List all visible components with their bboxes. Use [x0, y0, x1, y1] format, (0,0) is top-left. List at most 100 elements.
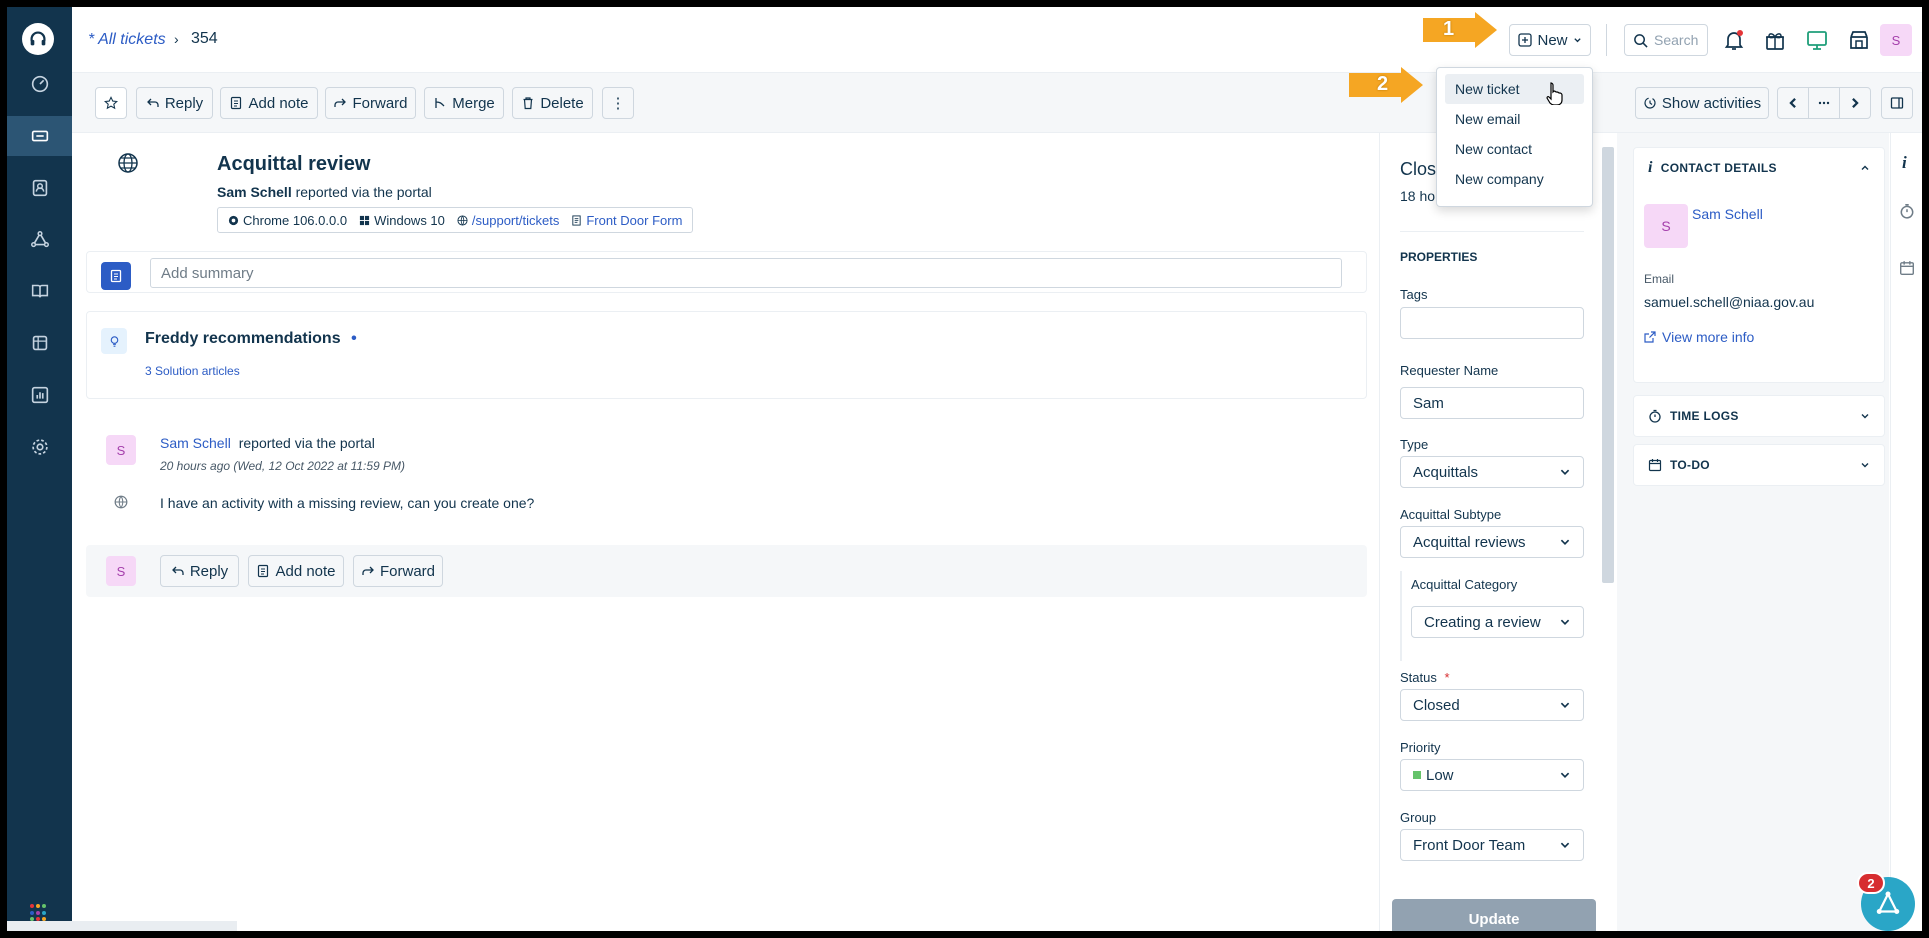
- rail-calendar-icon[interactable]: [1899, 260, 1915, 276]
- social-icon[interactable]: [7, 220, 72, 260]
- external-link-icon: [1644, 331, 1656, 343]
- type-select[interactable]: Acquittals: [1400, 456, 1584, 488]
- category-value: Creating a review: [1424, 613, 1541, 631]
- mouse-hand-cursor-icon: [1546, 82, 1563, 105]
- view-more-info-text: View more info: [1662, 329, 1755, 345]
- chevron-down-icon: [1861, 414, 1869, 419]
- new-contact-item[interactable]: New contact: [1445, 134, 1584, 164]
- apps-grid-icon[interactable]: [30, 904, 48, 922]
- windows-icon: [359, 215, 370, 225]
- requester-name[interactable]: Sam Schell: [217, 184, 292, 200]
- admin-gear-icon[interactable]: [7, 427, 72, 467]
- add-note-button[interactable]: Add note: [220, 87, 318, 119]
- chevron-down-icon: [1560, 619, 1570, 625]
- assets-icon[interactable]: [7, 323, 72, 363]
- freddy-title-text: Freddy recommendations: [145, 330, 341, 347]
- previous-ticket-button[interactable]: [1777, 87, 1809, 119]
- contacts-icon[interactable]: [7, 168, 72, 208]
- reply-button[interactable]: Reply: [136, 87, 213, 119]
- status-select[interactable]: Closed: [1400, 689, 1584, 721]
- merge-button[interactable]: Merge: [424, 87, 504, 119]
- reported-via-text: reported via the portal: [295, 184, 432, 200]
- notifications-bell-icon[interactable]: [1719, 25, 1749, 55]
- delete-label: Delete: [540, 94, 584, 112]
- priority-select[interactable]: Low: [1400, 759, 1584, 791]
- contact-sidebar: i CONTACT DETAILS S Sam Schell Email sam…: [1617, 133, 1889, 931]
- new-button[interactable]: New: [1509, 24, 1591, 56]
- chevron-down-icon: [1560, 702, 1570, 708]
- category-select[interactable]: Creating a review: [1411, 606, 1584, 638]
- freddy-title: Freddy recommendations •: [145, 330, 357, 348]
- view-more-info-link[interactable]: View more info: [1644, 329, 1754, 345]
- app-window: * All tickets › 354 New Search S Reply A…: [7, 7, 1922, 931]
- assistant-badge: 2: [1857, 872, 1885, 894]
- chevron-down-icon: [1573, 37, 1581, 42]
- new-email-item[interactable]: New email: [1445, 104, 1584, 134]
- rail-info-icon[interactable]: i: [1902, 153, 1907, 173]
- forward-button[interactable]: Forward: [325, 87, 416, 119]
- monitor-icon[interactable]: [1802, 25, 1832, 55]
- time-logs-header[interactable]: TIME LOGS: [1634, 396, 1884, 436]
- solution-articles-link[interactable]: 3 Solution articles: [145, 364, 240, 378]
- time-logs-card[interactable]: TIME LOGS: [1633, 395, 1885, 437]
- horizontal-scrollbar[interactable]: [7, 921, 237, 931]
- reply-bar-forward-button[interactable]: Forward: [353, 555, 443, 587]
- freddy-recommendations: Freddy recommendations • 3 Solution arti…: [86, 311, 1367, 399]
- gift-icon[interactable]: [1760, 25, 1790, 55]
- delete-button[interactable]: Delete: [512, 87, 593, 119]
- globe-small-icon: [457, 214, 468, 226]
- subtype-select[interactable]: Acquittal reviews: [1400, 526, 1584, 558]
- note-icon: [231, 96, 242, 110]
- rail-stopwatch-icon[interactable]: [1899, 203, 1915, 219]
- tickets-icon[interactable]: [7, 116, 72, 156]
- source-path-link[interactable]: /support/tickets: [472, 213, 559, 228]
- new-menu-dropdown: New ticket New email New contact New com…: [1436, 67, 1593, 207]
- header-divider: [1606, 24, 1607, 56]
- source-path[interactable]: /support/tickets: [451, 213, 565, 228]
- browser-info: Chrome 106.0.0.0: [222, 213, 353, 228]
- requester-input[interactable]: Sam: [1400, 387, 1584, 419]
- more-actions-button[interactable]: ⋮: [602, 87, 634, 119]
- toggle-panel-button[interactable]: [1881, 87, 1913, 119]
- reply-bar-add-note-button[interactable]: Add note: [248, 555, 344, 587]
- todo-card[interactable]: TO-DO: [1633, 444, 1885, 486]
- solutions-book-icon[interactable]: [7, 271, 72, 311]
- properties-scrollbar[interactable]: [1602, 147, 1614, 583]
- form-link[interactable]: Front Door Form: [586, 213, 682, 228]
- todo-header[interactable]: TO-DO: [1634, 445, 1884, 485]
- ticket-reporter: Sam Schell reported via the portal: [217, 184, 432, 200]
- more-vertical-icon: ⋮: [610, 95, 626, 112]
- reply-bar-reply-button[interactable]: Reply: [160, 555, 239, 587]
- status-value: Closed: [1413, 696, 1460, 714]
- marketplace-store-icon[interactable]: [1844, 25, 1874, 55]
- new-company-item[interactable]: New company: [1445, 164, 1584, 194]
- star-button[interactable]: [95, 87, 127, 119]
- summary-input[interactable]: Add summary: [150, 258, 1342, 288]
- ticket-title: Acquittal review: [217, 153, 371, 175]
- contact-details-header[interactable]: i CONTACT DETAILS: [1634, 148, 1884, 188]
- user-avatar[interactable]: S: [1880, 24, 1912, 56]
- next-ticket-button[interactable]: [1839, 87, 1871, 119]
- reports-icon[interactable]: [7, 375, 72, 415]
- breadcrumb-all-tickets[interactable]: * All tickets: [88, 31, 166, 49]
- dashboard-icon[interactable]: [7, 64, 72, 104]
- conversation-author[interactable]: Sam Schell: [160, 435, 231, 451]
- group-value: Front Door Team: [1413, 836, 1526, 854]
- breadcrumb-ticket-id: 354: [191, 30, 218, 47]
- show-activities-button[interactable]: Show activities: [1635, 87, 1769, 119]
- status-label-text: Status: [1400, 670, 1437, 685]
- contact-name[interactable]: Sam Schell: [1692, 206, 1763, 222]
- search-box[interactable]: Search: [1624, 24, 1708, 56]
- ticket-list-more-button[interactable]: [1808, 87, 1840, 119]
- conversation-header: Sam Schell reported via the portal: [160, 435, 375, 451]
- form-info[interactable]: Front Door Form: [565, 213, 688, 228]
- update-button[interactable]: Update: [1392, 899, 1596, 931]
- conversation-via: reported via the portal: [238, 435, 375, 451]
- group-select[interactable]: Front Door Team: [1400, 829, 1584, 861]
- reply-bar: S Reply Add note Forward: [86, 545, 1367, 597]
- info-icon: i: [1648, 159, 1653, 176]
- tags-input[interactable]: [1400, 307, 1584, 339]
- properties-divider: [1400, 231, 1584, 232]
- reply-bar-forward-label: Forward: [379, 562, 435, 580]
- freshdesk-logo[interactable]: [22, 23, 54, 55]
